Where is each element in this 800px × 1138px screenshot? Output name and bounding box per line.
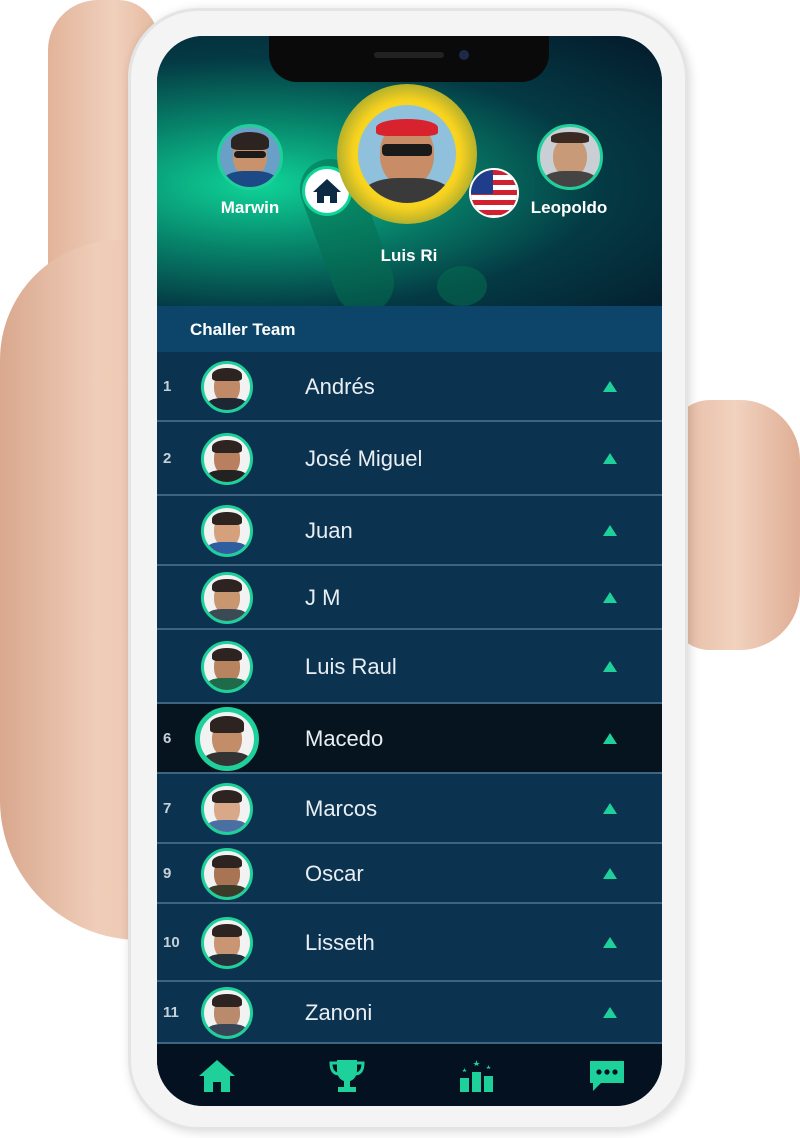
player-avatar[interactable] bbox=[201, 783, 253, 835]
player-name-left: Marwin bbox=[220, 198, 280, 217]
team-header: Challer Team bbox=[157, 306, 662, 352]
list-item[interactable]: Juan bbox=[157, 496, 662, 566]
rank-up-arrow-icon bbox=[603, 1007, 617, 1018]
header-decoration bbox=[437, 266, 487, 306]
rank-number: 7 bbox=[163, 800, 172, 817]
rank-up-arrow-icon bbox=[603, 733, 617, 744]
rank-number: 2 bbox=[163, 450, 172, 467]
rank-up-arrow-icon bbox=[603, 661, 617, 672]
speaker bbox=[374, 52, 444, 58]
bottom-nav bbox=[157, 1044, 662, 1106]
player-name: Macedo bbox=[305, 726, 384, 751]
rank-up-arrow-icon bbox=[603, 803, 617, 814]
player-avatar[interactable] bbox=[201, 848, 253, 900]
rank-up-arrow-icon bbox=[603, 453, 617, 464]
player-name: Juan bbox=[305, 518, 353, 543]
rank-number: 10 bbox=[163, 934, 180, 951]
player-avatar[interactable] bbox=[201, 641, 253, 693]
player-avatar[interactable] bbox=[201, 987, 253, 1039]
team-title: Challer Team bbox=[190, 320, 296, 339]
list-item[interactable]: 10 Lisseth bbox=[157, 904, 662, 982]
list-item[interactable]: 7 Marcos bbox=[157, 774, 662, 844]
rank-number: 1 bbox=[163, 378, 172, 395]
chat-icon[interactable] bbox=[587, 1058, 627, 1094]
player-name-center: Luis Ri bbox=[380, 246, 438, 265]
list-item[interactable]: J M bbox=[157, 566, 662, 630]
rank-number: 9 bbox=[163, 865, 172, 882]
player-name: J M bbox=[305, 585, 341, 610]
list-item[interactable]: 11 Zanoni bbox=[157, 982, 662, 1044]
list-item[interactable]: 9 Oscar bbox=[157, 844, 662, 904]
player-name: Marcos bbox=[305, 796, 378, 821]
player-name: José Miguel bbox=[305, 446, 423, 471]
player-avatar[interactable] bbox=[201, 433, 253, 485]
home-icon[interactable] bbox=[197, 1058, 237, 1094]
list-item[interactable]: Luis Raul bbox=[157, 630, 662, 704]
list-item[interactable]: 1 Andrés bbox=[157, 352, 662, 422]
rank-up-arrow-icon bbox=[603, 592, 617, 603]
rank-up-arrow-icon bbox=[603, 525, 617, 536]
player-name: Lisseth bbox=[305, 930, 375, 955]
player-avatar[interactable] bbox=[201, 361, 253, 413]
player-avatar[interactable] bbox=[201, 572, 253, 624]
player-name: Zanoni bbox=[305, 1000, 373, 1025]
rank-up-arrow-icon bbox=[603, 381, 617, 392]
rank-number: 11 bbox=[163, 1004, 179, 1021]
player-avatar-right[interactable] bbox=[537, 124, 603, 190]
player-avatar[interactable] bbox=[201, 505, 253, 557]
list-item[interactable]: 2 José Miguel bbox=[157, 422, 662, 496]
player-avatar[interactable] bbox=[201, 917, 253, 969]
player-avatar[interactable] bbox=[195, 707, 259, 771]
rank-up-arrow-icon bbox=[603, 937, 617, 948]
player-avatar-center[interactable] bbox=[354, 101, 460, 207]
trophy-icon[interactable] bbox=[327, 1058, 367, 1094]
ranking-icon[interactable] bbox=[457, 1058, 497, 1094]
us-flag-icon[interactable] bbox=[469, 168, 519, 218]
camera bbox=[459, 50, 469, 60]
rank-number: 6 bbox=[163, 730, 172, 747]
phone-notch bbox=[269, 36, 549, 82]
player-name: Oscar bbox=[305, 861, 364, 886]
player-avatar-left[interactable] bbox=[217, 124, 283, 190]
hand-finger bbox=[670, 400, 800, 650]
player-name: Andrés bbox=[305, 374, 375, 399]
rank-up-arrow-icon bbox=[603, 868, 617, 879]
list-item[interactable]: 6 Macedo bbox=[157, 704, 662, 774]
phone-screen: Marwin Luis Ri Leopoldo Challer Team 1 A… bbox=[157, 36, 662, 1106]
player-name: Luis Raul bbox=[305, 654, 397, 679]
player-name-right: Leopoldo bbox=[530, 198, 608, 217]
